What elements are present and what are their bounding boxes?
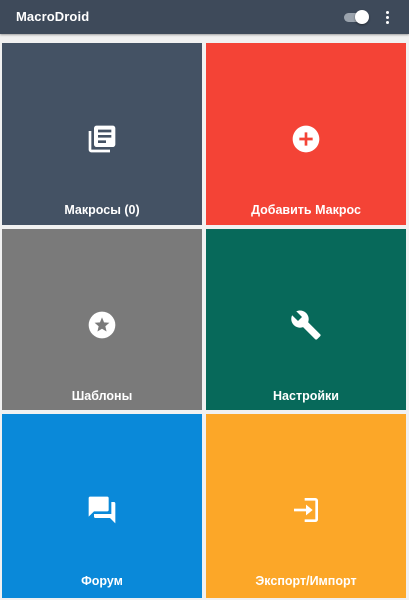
tile-settings-label: Настройки [273, 389, 339, 403]
tile-macros[interactable]: Макросы (0) [2, 43, 202, 225]
tile-export-import[interactable]: Экспорт/Импорт [206, 414, 406, 598]
tile-forum-label: Форум [81, 574, 123, 588]
add-circle-icon [290, 123, 322, 155]
toggle-knob [355, 10, 369, 24]
tile-templates[interactable]: Шаблоны [2, 229, 202, 410]
main-grid: Макросы (0) Добавить Макрос Шаблоны Наст… [0, 40, 409, 600]
tile-settings[interactable]: Настройки [206, 229, 406, 410]
tile-forum[interactable]: Форум [2, 414, 202, 598]
app-title: MacroDroid [16, 9, 90, 24]
tile-export-import-label: Экспорт/Импорт [255, 574, 357, 588]
tile-templates-label: Шаблоны [71, 389, 133, 403]
import-export-icon [290, 494, 322, 526]
tile-add-macro-label: Добавить Макрос [251, 203, 361, 217]
tile-macros-label: Макросы (0) [64, 203, 140, 217]
app-bar: MacroDroid [0, 0, 409, 34]
macros-enabled-toggle[interactable] [343, 10, 369, 24]
forum-icon [86, 494, 118, 526]
more-vert-icon[interactable] [380, 8, 396, 26]
wrench-icon [290, 309, 322, 341]
tile-add-macro[interactable]: Добавить Макрос [206, 43, 406, 225]
macro-list-icon [86, 123, 118, 155]
star-circle-icon [86, 309, 118, 341]
